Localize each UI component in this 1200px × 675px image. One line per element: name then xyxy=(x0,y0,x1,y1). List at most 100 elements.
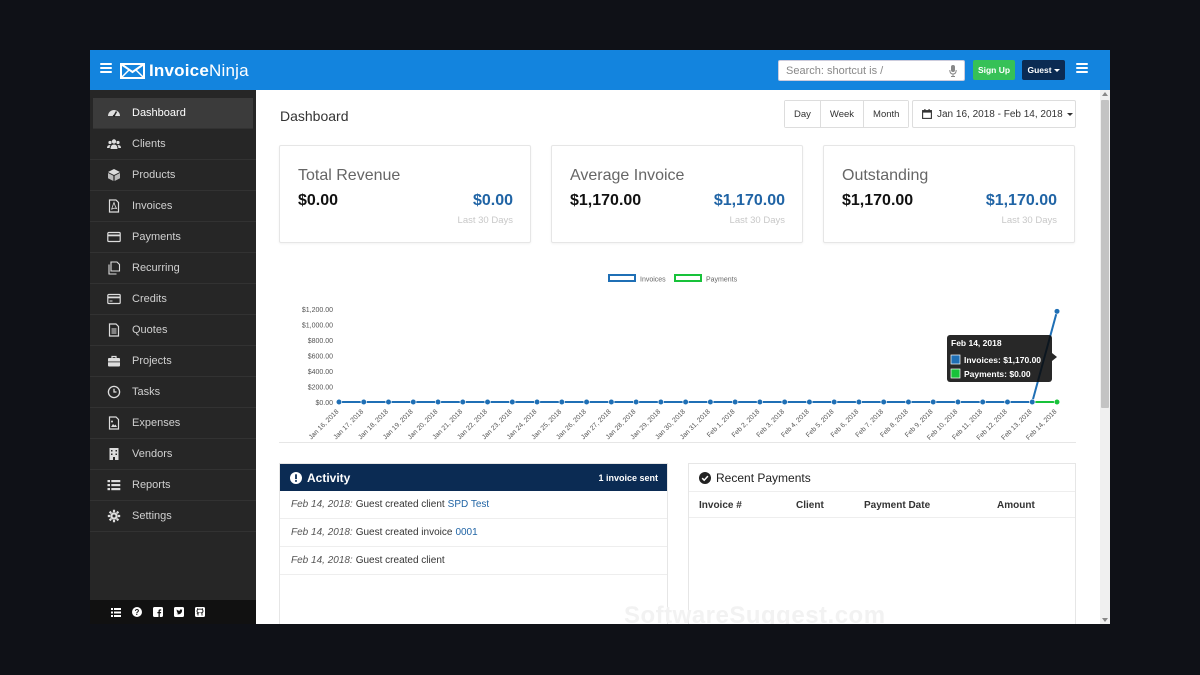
data-point-invoices[interactable] xyxy=(806,398,813,406)
range-week-button[interactable]: Week xyxy=(820,101,865,127)
data-point-invoices[interactable] xyxy=(558,398,565,406)
sidebar-item-quotes[interactable]: Quotes xyxy=(90,315,256,346)
sidebar-item-dashboard[interactable]: Dashboard xyxy=(93,98,253,129)
scrollbar-thumb[interactable] xyxy=(1101,100,1109,408)
data-point-invoices[interactable] xyxy=(335,398,343,406)
activity-panel: Activity 1 invoice sent Feb 14, 2018: Gue… xyxy=(279,463,668,624)
scroll-up-arrow-icon[interactable] xyxy=(1102,92,1108,96)
stat-title: Total Revenue xyxy=(298,167,401,184)
search-input[interactable] xyxy=(786,64,941,77)
data-point-invoices[interactable] xyxy=(385,398,392,406)
sidebar-item-expenses[interactable]: Expenses xyxy=(90,408,256,439)
stat-value: $0.00 xyxy=(298,192,339,209)
microphone-icon[interactable] xyxy=(949,65,957,77)
legend-swatch-invoices[interactable] xyxy=(608,274,636,282)
data-point-invoices[interactable] xyxy=(682,398,689,406)
data-point-invoices[interactable] xyxy=(533,398,541,406)
sidebar-item-label: Expenses xyxy=(132,417,181,429)
legend-label-payments[interactable]: Payments xyxy=(706,277,738,284)
github-icon[interactable] xyxy=(195,607,205,617)
column-header[interactable]: Payment Date xyxy=(864,500,930,511)
sidebar-item-products[interactable]: Products xyxy=(90,160,256,191)
data-point-invoices[interactable] xyxy=(434,398,442,406)
card-icon xyxy=(107,292,121,306)
range-month-button[interactable]: Month xyxy=(864,101,909,127)
search-box[interactable] xyxy=(778,60,965,81)
legend-label-invoices[interactable]: Invoices xyxy=(640,277,666,284)
stat-value-accent: $0.00 xyxy=(472,192,513,209)
facebook-icon[interactable] xyxy=(153,607,163,617)
activity-item: Feb 14, 2018: Guest created client xyxy=(280,547,667,575)
stat-value: $1,170.00 xyxy=(842,192,914,209)
logo[interactable]: InvoiceNinja xyxy=(120,61,249,81)
data-point-invoices[interactable] xyxy=(707,398,714,406)
data-point-invoices[interactable] xyxy=(633,398,640,406)
activity-text: Guest created client xyxy=(355,499,445,510)
data-point-invoices[interactable] xyxy=(831,398,838,406)
data-point-invoices[interactable] xyxy=(905,398,912,406)
guest-menu-button[interactable]: Guest xyxy=(1022,60,1065,80)
sidebar-item-reports[interactable]: Reports xyxy=(90,470,256,501)
scroll-down-arrow-icon[interactable] xyxy=(1102,618,1108,622)
sidebar-item-credits[interactable]: Credits xyxy=(90,284,256,315)
sidebar-item-tasks[interactable]: Tasks xyxy=(90,377,256,408)
twitter-icon[interactable] xyxy=(174,607,184,617)
data-point-invoices[interactable] xyxy=(930,398,937,406)
data-point-invoices[interactable] xyxy=(657,398,664,406)
range-day-button[interactable]: Day xyxy=(785,101,821,127)
data-point-invoices[interactable] xyxy=(979,398,986,406)
sidebar-item-payments[interactable]: Payments xyxy=(90,222,256,253)
y-tick-label: $800.00 xyxy=(308,338,333,345)
data-point-invoices[interactable] xyxy=(954,398,962,406)
activity-date: Feb 14, 2018: xyxy=(291,499,353,510)
column-header[interactable]: Amount xyxy=(997,500,1035,511)
exclamation-circle-icon xyxy=(290,471,302,484)
data-point-invoices[interactable] xyxy=(781,398,788,406)
page-scrollbar[interactable] xyxy=(1100,90,1110,624)
sign-up-button[interactable]: Sign Up xyxy=(973,60,1015,80)
column-header[interactable]: Invoice # xyxy=(699,500,742,511)
sidebar-item-label: Recurring xyxy=(132,262,180,274)
data-point-invoices[interactable] xyxy=(1004,398,1011,406)
data-point-invoices[interactable] xyxy=(1029,398,1036,406)
data-point-invoices[interactable] xyxy=(459,398,466,406)
data-point-invoices[interactable] xyxy=(732,398,739,406)
right-sidebar-toggle-icon[interactable] xyxy=(1076,63,1088,73)
legend-swatch-payments[interactable] xyxy=(674,274,702,282)
file-pdf-icon xyxy=(107,199,121,213)
stat-card-total-revenue: Total Revenue $0.00 $0.00 Last 30 Days xyxy=(279,145,531,243)
sidebar-item-clients[interactable]: Clients xyxy=(90,129,256,160)
help-icon[interactable]: ? xyxy=(132,607,142,617)
data-point-invoices[interactable] xyxy=(1053,308,1061,315)
data-point-invoices[interactable] xyxy=(509,398,516,406)
y-tick-label: $0.00 xyxy=(315,400,333,407)
sidebar-item-settings[interactable]: Settings xyxy=(90,501,256,532)
sidebar-item-projects[interactable]: Projects xyxy=(90,346,256,377)
data-point-invoices[interactable] xyxy=(756,398,763,406)
data-point-invoices[interactable] xyxy=(410,398,417,406)
data-point-invoices[interactable] xyxy=(583,398,590,406)
tooltip-swatch-invoices xyxy=(950,354,961,365)
recent-payments-title: Recent Payments xyxy=(716,470,811,485)
calendar-icon xyxy=(922,109,932,119)
sidebar-footer: ? xyxy=(90,600,256,624)
sidebar-item-vendors[interactable]: Vendors xyxy=(90,439,256,470)
payments-table-header: Invoice # Client Payment Date Amount xyxy=(689,492,1075,518)
list-icon[interactable] xyxy=(111,607,121,617)
data-point-invoices[interactable] xyxy=(484,398,491,406)
stat-value-accent: $1,170.00 xyxy=(985,192,1057,209)
sidebar-toggle-icon[interactable] xyxy=(100,63,112,73)
date-range-picker[interactable]: Jan 16, 2018 - Feb 14, 2018 xyxy=(912,100,1076,128)
activity-text: Guest created client xyxy=(355,555,445,566)
data-point-payments[interactable] xyxy=(1053,398,1061,406)
activity-link[interactable]: SPD Test xyxy=(448,499,490,510)
sidebar-item-invoices[interactable]: Invoices xyxy=(90,191,256,222)
column-header[interactable]: Client xyxy=(796,500,824,511)
data-point-invoices[interactable] xyxy=(855,398,863,406)
data-point-invoices[interactable] xyxy=(880,398,887,406)
data-point-invoices[interactable] xyxy=(360,398,367,406)
activity-link[interactable]: 0001 xyxy=(455,527,477,538)
data-point-invoices[interactable] xyxy=(608,398,615,406)
sidebar-item-recurring[interactable]: Recurring xyxy=(90,253,256,284)
building-icon xyxy=(107,447,121,461)
